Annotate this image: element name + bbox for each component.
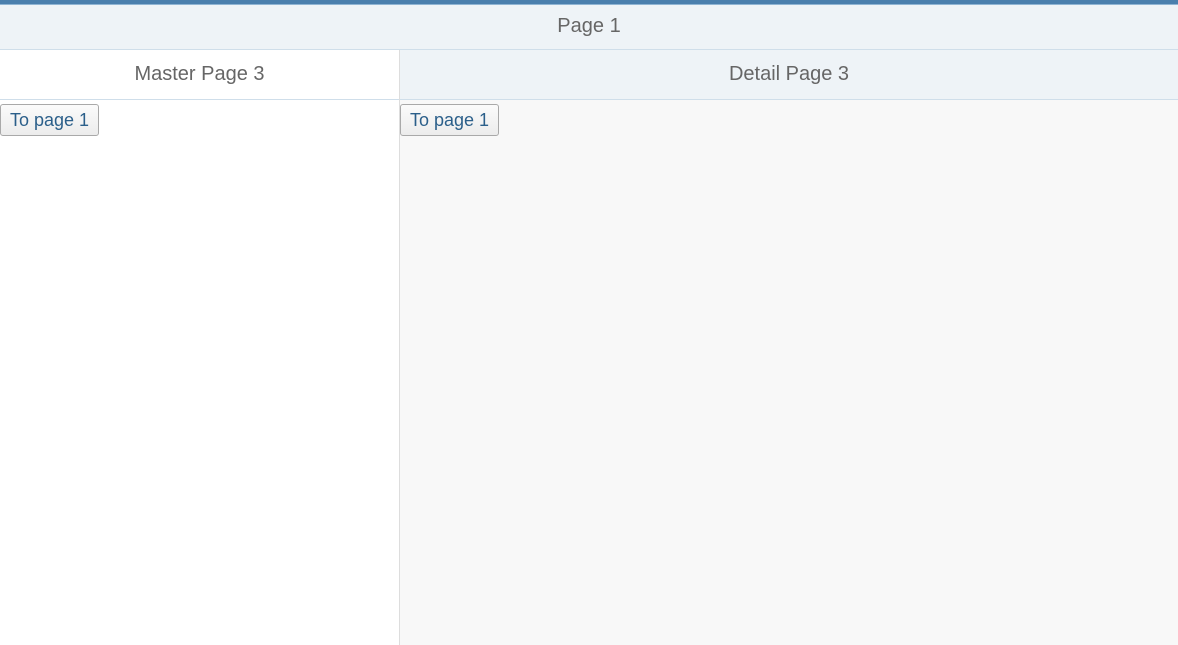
detail-to-page-1-button[interactable]: To page 1 — [400, 104, 500, 136]
split-app: Page 1 Master Page 3 To page 1 Detail Pa… — [0, 0, 1178, 645]
detail-pane-content: To page 1 — [400, 100, 1178, 136]
master-pane-content: To page 1 — [0, 100, 399, 136]
master-pane-header: Master Page 3 — [0, 50, 399, 100]
app-header: Page 1 — [0, 5, 1178, 50]
master-to-page-1-button[interactable]: To page 1 — [0, 104, 100, 136]
master-pane: Master Page 3 To page 1 — [0, 50, 400, 645]
page-title: Page 1 — [557, 14, 621, 37]
master-page-title: Master Page 3 — [134, 63, 265, 85]
detail-page-title: Detail Page 3 — [728, 63, 850, 85]
detail-pane: Detail Page 3 To page 1 — [400, 50, 1178, 645]
detail-pane-header: Detail Page 3 — [400, 50, 1178, 100]
